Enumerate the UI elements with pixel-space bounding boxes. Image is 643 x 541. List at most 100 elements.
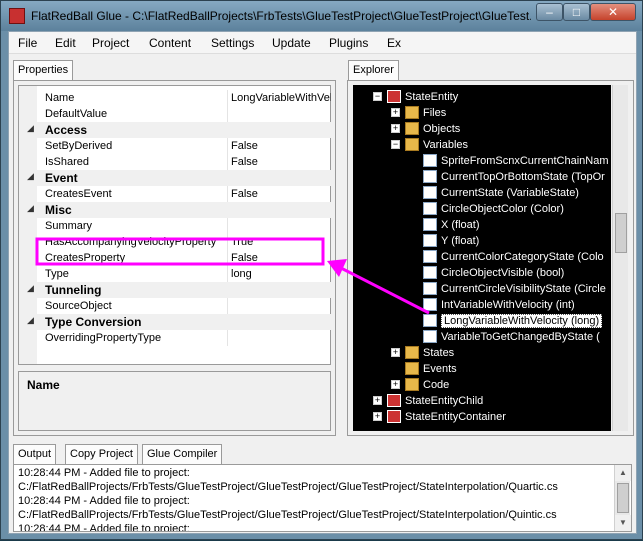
- tree-node[interactable]: VariableToGetChangedByState (: [409, 329, 611, 345]
- tree-node-label: CurrentColorCategoryState (Colo: [441, 251, 604, 263]
- tree-node[interactable]: CurrentColorCategoryState (Colo: [409, 249, 611, 265]
- grid-row[interactable]: Type long: [19, 266, 331, 282]
- property-name: Summary: [45, 220, 93, 232]
- collapse-icon[interactable]: −: [373, 92, 382, 101]
- grid-category[interactable]: ◢ Misc: [19, 202, 331, 218]
- tree-node[interactable]: + Files: [391, 105, 611, 121]
- grid-category[interactable]: ◢ Type Conversion: [19, 314, 331, 330]
- scroll-down-icon[interactable]: ▼: [615, 515, 631, 531]
- grid-row[interactable]: Name LongVariableWithVel: [19, 90, 331, 106]
- grid-row[interactable]: CreatesEvent False: [19, 186, 331, 202]
- expand-icon[interactable]: +: [391, 124, 400, 133]
- menu-file[interactable]: File: [18, 36, 37, 50]
- tree-node[interactable]: X (float): [409, 217, 611, 233]
- grid-row[interactable]: OverridingPropertyType: [19, 330, 331, 346]
- var-icon: [423, 266, 437, 279]
- folder-icon: [405, 138, 419, 151]
- property-value[interactable]: False: [231, 156, 331, 168]
- tab-glue-compiler[interactable]: Glue Compiler: [142, 444, 223, 464]
- grid-row[interactable]: SourceObject: [19, 298, 331, 314]
- tree-node-label: CurrentTopOrBottomState (TopOr: [441, 171, 605, 183]
- tree-node[interactable]: CurrentState (VariableState): [409, 185, 611, 201]
- expand-icon[interactable]: +: [391, 380, 400, 389]
- expand-icon[interactable]: +: [391, 108, 400, 117]
- explorer-tree[interactable]: − StateEntity + Files + Objects − Variables Spri…: [353, 85, 611, 431]
- category-label: Tunneling: [45, 283, 102, 297]
- maximize-button[interactable]: □: [563, 3, 590, 21]
- close-button[interactable]: ✕: [590, 3, 636, 21]
- tree-node[interactable]: + Objects: [391, 121, 611, 137]
- tree-node-label: SpriteFromScnxCurrentChainNam: [441, 155, 609, 167]
- tree-node[interactable]: SpriteFromScnxCurrentChainNam: [409, 153, 611, 169]
- tree-node[interactable]: CircleObjectVisible (bool): [409, 265, 611, 281]
- property-value[interactable]: LongVariableWithVel: [231, 92, 331, 104]
- tab-output[interactable]: Output: [13, 444, 57, 464]
- grid-row[interactable]: Summary: [19, 218, 331, 234]
- grid-row[interactable]: SetByDerived False: [19, 138, 331, 154]
- property-value[interactable]: False: [231, 140, 331, 152]
- collapse-icon[interactable]: −: [391, 140, 400, 149]
- menu-edit[interactable]: Edit: [55, 36, 76, 50]
- title-bar[interactable]: FlatRedBall Glue - C:\FlatRedBallProject…: [1, 1, 642, 31]
- collapse-icon[interactable]: ◢: [27, 123, 34, 134]
- menu-plugins[interactable]: Plugins: [329, 36, 368, 50]
- property-value[interactable]: True: [231, 236, 331, 248]
- tree-node-label: Code: [423, 379, 450, 391]
- grid-row[interactable]: HasAccompanyingVelocityProperty True: [19, 234, 331, 250]
- expand-icon[interactable]: +: [391, 348, 400, 357]
- output-text[interactable]: 10:28:44 PM - Added file to project: C:/F…: [14, 465, 612, 531]
- menu-ex[interactable]: Ex: [387, 36, 401, 50]
- menu-project[interactable]: Project: [92, 36, 129, 50]
- expand-icon[interactable]: +: [373, 396, 382, 405]
- property-value[interactable]: False: [231, 188, 331, 200]
- grid-category[interactable]: ◢ Event: [19, 170, 331, 186]
- property-name: SetByDerived: [45, 140, 113, 152]
- property-value[interactable]: long: [231, 268, 331, 280]
- output-scrollbar-thumb[interactable]: [617, 483, 629, 513]
- scroll-up-icon[interactable]: ▲: [615, 465, 631, 481]
- tree-node[interactable]: − StateEntity: [373, 89, 611, 105]
- grid-row[interactable]: IsShared False: [19, 154, 331, 170]
- collapse-icon[interactable]: ◢: [27, 203, 34, 214]
- collapse-icon[interactable]: ◢: [27, 283, 34, 294]
- tree-node[interactable]: + StateEntityContainer: [373, 409, 611, 425]
- tab-copy-project[interactable]: Copy Project: [65, 444, 138, 464]
- tree-node-label: StateEntityChild: [405, 395, 484, 407]
- tab-explorer[interactable]: Explorer: [348, 60, 399, 80]
- tab-properties[interactable]: Properties: [13, 60, 74, 80]
- property-value[interactable]: False: [231, 252, 331, 264]
- grid-row[interactable]: DefaultValue: [19, 106, 331, 122]
- tree-node[interactable]: Events: [391, 361, 611, 377]
- tree-node[interactable]: − Variables: [391, 137, 611, 153]
- property-name: SourceObject: [45, 300, 112, 312]
- collapse-icon[interactable]: ◢: [27, 315, 34, 326]
- output-scrollbar[interactable]: ▲ ▼: [614, 465, 631, 531]
- grid-category[interactable]: ◢ Tunneling: [19, 282, 331, 298]
- var-icon: [423, 250, 437, 263]
- collapse-icon[interactable]: ◢: [27, 171, 34, 182]
- menu-content[interactable]: Content: [149, 36, 191, 50]
- tree-node[interactable]: + Code: [391, 377, 611, 393]
- tree-node-label: X (float): [441, 219, 480, 231]
- menu-settings[interactable]: Settings: [211, 36, 254, 50]
- tree-node[interactable]: CurrentTopOrBottomState (TopOr: [409, 169, 611, 185]
- column-divider: [227, 186, 228, 202]
- tree-node[interactable]: + StateEntityChild: [373, 393, 611, 409]
- grid-row[interactable]: CreatesProperty False: [19, 250, 331, 266]
- tree-node[interactable]: IntVariableWithVelocity (int): [409, 297, 611, 313]
- tree-node[interactable]: LongVariableWithVelocity (long): [409, 313, 611, 329]
- grid-category[interactable]: ◢ Access: [19, 122, 331, 138]
- tree-node[interactable]: + States: [391, 345, 611, 361]
- tree-node-label: CurrentState (VariableState): [441, 187, 579, 199]
- column-divider: [227, 330, 228, 346]
- tree-node[interactable]: CurrentCircleVisibilityState (Circle: [409, 281, 611, 297]
- menu-update[interactable]: Update: [272, 36, 311, 50]
- property-grid[interactable]: Name LongVariableWithVel DefaultValue ◢ Acce…: [18, 85, 331, 365]
- minimize-button[interactable]: –: [536, 3, 563, 21]
- tree-node[interactable]: Y (float): [409, 233, 611, 249]
- tree-node[interactable]: CircleObjectColor (Color): [409, 201, 611, 217]
- scrollbar-thumb[interactable]: [615, 213, 627, 253]
- tree-node-label: StateEntity: [405, 91, 459, 103]
- expand-icon[interactable]: +: [373, 412, 382, 421]
- explorer-scrollbar[interactable]: [612, 85, 628, 431]
